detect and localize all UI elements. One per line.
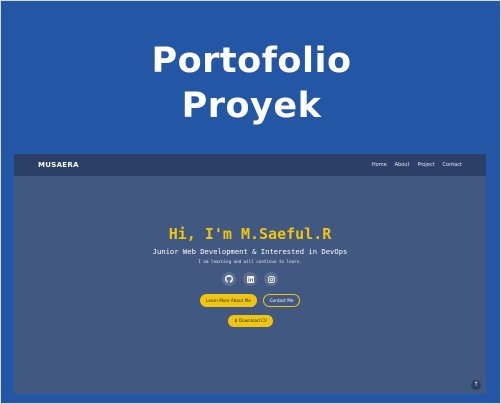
- contact-button[interactable]: Contact Me: [263, 294, 300, 307]
- nav-links: Home About Project Contact: [372, 161, 462, 169]
- card-title: Portofolio Proyek: [1, 39, 501, 129]
- nav-link-contact[interactable]: Contact: [443, 161, 462, 169]
- github-icon[interactable]: [222, 272, 236, 286]
- nav-link-home[interactable]: Home: [372, 161, 387, 169]
- brand-logo[interactable]: MUSAERA: [38, 160, 79, 170]
- download-cv-button[interactable]: ⬇ Download CV: [228, 315, 273, 327]
- website-screenshot: MUSAERA Home About Project Contact Hi, I…: [14, 154, 486, 394]
- card-title-line-1: Portofolio: [151, 41, 352, 81]
- nav-link-about[interactable]: About: [395, 161, 410, 169]
- nav-link-project[interactable]: Project: [417, 161, 434, 169]
- hero-note: I am learning and will continue to learn…: [198, 259, 302, 264]
- back-to-top-button[interactable]: ↑: [471, 380, 481, 390]
- hero-subtitle: Junior Web Development & Interested in D…: [152, 247, 348, 256]
- social-links: [14, 272, 486, 286]
- linkedin-icon[interactable]: [243, 272, 257, 286]
- card-title-line-2: Proyek: [181, 86, 322, 126]
- instagram-icon[interactable]: [264, 272, 278, 286]
- hero-actions: Learn More About Me Contact Me: [14, 294, 486, 307]
- navbar: MUSAERA Home About Project Contact: [14, 154, 486, 176]
- arrow-up-icon: ↑: [473, 381, 479, 388]
- hero-title: Hi, I'm M.Saeful.R: [168, 225, 332, 243]
- download-icon: ⬇: [234, 318, 238, 323]
- learn-more-button[interactable]: Learn More About Me: [200, 294, 257, 307]
- download-cv-label: Download CV: [238, 318, 267, 323]
